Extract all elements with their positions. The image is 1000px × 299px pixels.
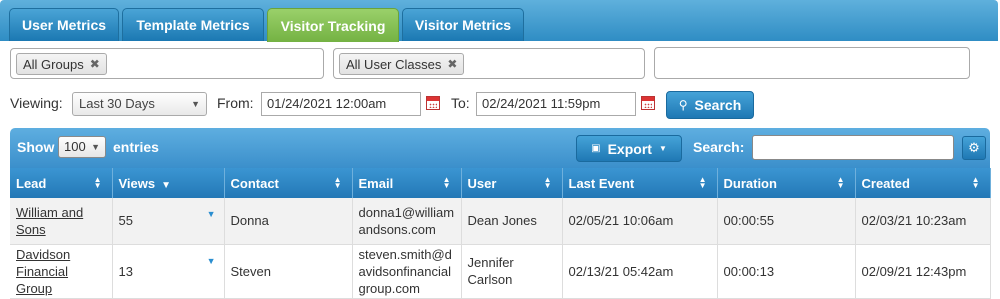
third-filter-input[interactable] (654, 47, 970, 79)
gear-icon[interactable]: ⚙ (962, 136, 986, 160)
groups-filter[interactable]: All Groups ✖ (10, 48, 324, 79)
last-event-cell: 02/13/21 05:42am (562, 244, 718, 299)
column-header-duration[interactable]: Duration ▲ ▼ (717, 168, 856, 198)
sort-icon: ▲ ▼ (698, 175, 707, 190)
tab-bar: User Metrics Template Metrics Visitor Tr… (0, 0, 998, 42)
save-icon: ▣ (591, 143, 601, 154)
export-button-label: Export (607, 140, 652, 157)
calendar-icon[interactable] (426, 96, 440, 110)
groups-chip-label: All Groups (23, 56, 84, 72)
email-cell: steven.smith@davidsonfinancialgroup.com (352, 244, 462, 299)
sort-icon: ▲ ▼ (971, 175, 980, 190)
column-header-views[interactable]: Views ▼ (112, 168, 225, 198)
remove-user-classes-icon[interactable]: ✖ (447, 57, 457, 71)
calendar-icon[interactable] (641, 96, 655, 110)
groups-chip: All Groups ✖ (16, 53, 107, 75)
contact-cell: Steven (224, 244, 353, 299)
to-date-input[interactable]: 02/24/2021 11:59pm (476, 92, 636, 116)
user-classes-filter[interactable]: All User Classes ✖ (333, 48, 645, 79)
table-toolbar: Show 100 ▼ entries ▣ Export ▼ Search: ⚙ (10, 128, 990, 168)
lead-link[interactable]: William and Sons (16, 205, 83, 237)
from-label: From: (217, 95, 254, 111)
search-icon: ⚲ (678, 98, 688, 112)
user-classes-chip: All User Classes ✖ (339, 53, 465, 75)
column-header-contact[interactable]: Contact ▲ ▼ (224, 168, 353, 198)
to-label: To: (451, 95, 470, 111)
viewing-label: Viewing: (10, 95, 63, 111)
expand-row-icon[interactable]: ▼ (207, 206, 216, 223)
from-date-input[interactable]: 01/24/2021 12:00am (261, 92, 421, 116)
entries-select-value: 100 (64, 139, 86, 154)
user-cell: Dean Jones (461, 198, 563, 245)
viewing-select[interactable]: Last 30 Days ▼ (72, 92, 207, 116)
show-label: Show (17, 139, 55, 155)
export-button[interactable]: ▣ Export ▼ (576, 135, 682, 162)
sort-icon: ▲ ▼ (93, 175, 102, 190)
expand-row-icon[interactable]: ▼ (207, 253, 216, 270)
sort-icon: ▲ ▼ (333, 175, 342, 190)
duration-cell: 00:00:55 (717, 198, 856, 245)
email-cell: donna1@williamandsons.com (352, 198, 462, 245)
column-header-last-event[interactable]: Last Event ▲ ▼ (562, 168, 718, 198)
tab-visitor-tracking[interactable]: Visitor Tracking (267, 8, 399, 42)
search-button-label: Search (694, 97, 742, 113)
duration-cell: 00:00:13 (717, 244, 856, 299)
column-header-user[interactable]: User ▲ ▼ (461, 168, 563, 198)
last-event-cell: 02/05/21 10:06am (562, 198, 718, 245)
search-button[interactable]: ⚲ Search (666, 91, 754, 119)
lead-link[interactable]: Davidson Financial Group (16, 247, 70, 296)
table-header-row: Lead ▲ ▼ Views ▼ Contact ▲ ▼ Email ▲ ▼ User ▲ ▼ L… (10, 168, 991, 198)
table-search-input[interactable] (752, 135, 954, 160)
search-label: Search: (693, 139, 745, 155)
viewing-select-value: Last 30 Days (79, 96, 155, 111)
user-classes-chip-label: All User Classes (346, 56, 442, 72)
tab-template-metrics[interactable]: Template Metrics (122, 8, 264, 41)
tab-user-metrics[interactable]: User Metrics (9, 8, 119, 41)
created-cell: 02/03/21 10:23am (855, 198, 991, 245)
created-cell: 02/09/21 12:43pm (855, 244, 991, 299)
table-row[interactable]: William and Sons 55 ▼ Donna donna1@willia… (10, 198, 991, 245)
column-header-lead[interactable]: Lead ▲ ▼ (10, 168, 113, 198)
views-value: 13 (118, 263, 133, 279)
chevron-down-icon: ▼ (191, 99, 200, 109)
sort-desc-icon: ▼ (161, 179, 172, 191)
tab-visitor-metrics[interactable]: Visitor Metrics (402, 8, 524, 41)
contact-cell: Donna (224, 198, 353, 245)
entries-label: entries (113, 139, 159, 155)
column-header-created[interactable]: Created ▲ ▼ (855, 168, 991, 198)
sort-icon: ▲ ▼ (543, 175, 552, 190)
sort-icon: ▲ ▼ (442, 175, 451, 190)
table-row[interactable]: Davidson Financial Group 13 ▼ Steven stev… (10, 244, 991, 299)
chevron-down-icon: ▼ (91, 142, 100, 152)
sort-icon: ▲ ▼ (836, 175, 845, 190)
user-cell: Jennifer Carlson (461, 244, 563, 299)
caret-down-icon: ▼ (658, 144, 667, 153)
views-value: 55 (118, 213, 133, 229)
entries-select[interactable]: 100 ▼ (58, 136, 106, 158)
column-header-email[interactable]: Email ▲ ▼ (352, 168, 462, 198)
remove-groups-icon[interactable]: ✖ (90, 57, 100, 71)
visitor-table: Lead ▲ ▼ Views ▼ Contact ▲ ▼ Email ▲ ▼ User ▲ ▼ L… (10, 168, 991, 299)
